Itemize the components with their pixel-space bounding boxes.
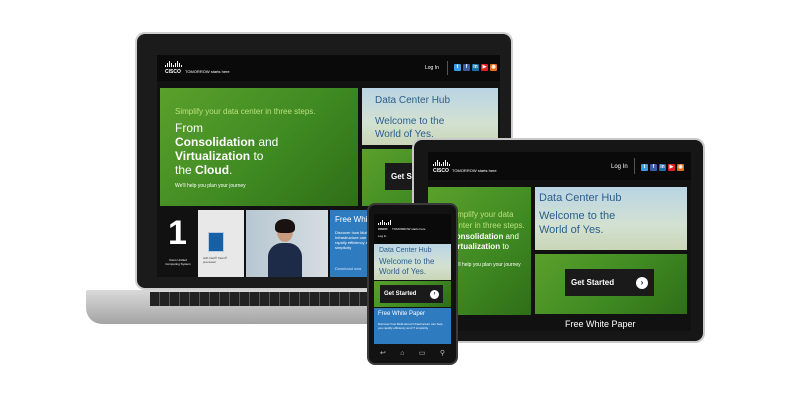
header-divider [634, 158, 635, 174]
hub-welcome-2: World of Yes. [539, 224, 604, 236]
intel-promo[interactable]: with Intel® Xeon® processor [198, 210, 244, 277]
hero-sub: We'll help you plan your journey [450, 262, 521, 268]
white-paper-promo[interactable]: Free White Paper [558, 318, 691, 331]
person-photo [246, 210, 328, 277]
login-link[interactable]: Log In [611, 164, 628, 170]
hub-title: Data Center Hub [539, 192, 622, 204]
brand-name: CISCO [165, 69, 181, 75]
login-link[interactable]: Log In [425, 65, 439, 71]
hero-eyebrow: Simplify your data center in three steps… [450, 210, 525, 230]
brand-name: CISCO [378, 227, 388, 231]
phone-screen: CISCO TOMORROW starts here Log In Data C… [374, 214, 451, 344]
white-paper-title: Free White Paper [565, 319, 636, 329]
site-header: CISCO TOMORROW starts here Log In t f in… [157, 55, 500, 81]
brand-tagline: TOMORROW starts here [452, 168, 497, 173]
arrow-right-icon: › [430, 289, 439, 299]
social-links: t f in ▶ ◉ [641, 164, 684, 171]
tablet-header: CISCO TOMORROW starts here Log In t f in… [428, 152, 691, 180]
social-links: t f in ▶ ◉ [454, 64, 497, 71]
get-started-button[interactable]: Get Started › [380, 285, 443, 303]
brand-tagline: TOMORROW starts here [392, 227, 426, 231]
youtube-icon[interactable]: ▶ [668, 164, 675, 171]
laptop-keyboard [150, 292, 380, 306]
person-hair [275, 219, 295, 233]
cisco-logo-icon [378, 220, 391, 225]
facebook-icon[interactable]: f [650, 164, 657, 171]
rss-icon[interactable]: ◉ [490, 64, 497, 71]
search-icon[interactable]: ⚲ [440, 350, 445, 358]
white-paper-promo[interactable]: Free White Paper Discover how Multi-tier… [374, 308, 451, 344]
cisco-logo-icon [433, 160, 450, 166]
ucs-label: Cisco Unified Computing System [165, 258, 191, 266]
arrow-right-icon: › [636, 276, 648, 289]
twitter-icon[interactable]: t [641, 164, 648, 171]
hub-title: Data Center Hub [375, 95, 451, 106]
hero-headline: Consolidation and Virtualization to [450, 232, 519, 251]
brand-name: CISCO [433, 168, 449, 174]
login-link[interactable]: Log In [378, 234, 386, 238]
back-icon[interactable]: ↩ [380, 350, 386, 358]
hub-welcome: Welcome to the [375, 116, 445, 127]
phone-nav-bar: ↩ ⌂ ▭ ⚲ [380, 350, 445, 358]
phone-header: CISCO TOMORROW starts here Log In [374, 214, 451, 244]
tablet-screen: CISCO TOMORROW starts here Log In t f in… [428, 152, 691, 331]
twitter-icon[interactable]: t [454, 64, 461, 71]
download-link[interactable]: Download now [335, 266, 361, 271]
linkedin-icon[interactable]: in [472, 64, 479, 71]
youtube-icon[interactable]: ▶ [481, 64, 488, 71]
person-body [268, 243, 302, 277]
hero-headline: From Consolidation and Virtualization to… [175, 121, 279, 177]
hub-welcome-2: World of Yes. [379, 267, 426, 276]
header-divider [447, 61, 448, 75]
cisco-logo-icon [165, 61, 182, 67]
white-paper-desc: Discover how Multi-tiered Infrastructure… [378, 322, 443, 330]
facebook-icon[interactable]: f [463, 64, 470, 71]
hub-title: Data Center Hub [379, 247, 432, 254]
ucs-number: 1 [168, 214, 187, 252]
linkedin-icon[interactable]: in [659, 164, 666, 171]
hero-eyebrow: Simplify your data center in three steps… [175, 107, 316, 116]
get-started-button[interactable]: Get Started › [565, 269, 654, 296]
recent-apps-icon[interactable]: ▭ [419, 350, 426, 358]
home-icon[interactable]: ⌂ [400, 350, 404, 358]
hub-welcome: Welcome to the [379, 257, 435, 266]
hub-welcome: Welcome to the [539, 210, 616, 222]
ucs-promo[interactable]: 1 Cisco Unified Computing System [160, 210, 196, 277]
brand-tagline: TOMORROW starts here [185, 69, 230, 74]
white-paper-title: Free White Paper [378, 311, 426, 317]
intel-badge-icon [208, 232, 224, 252]
rss-icon[interactable]: ◉ [677, 164, 684, 171]
hero-sub: We'll help you plan your journey [175, 183, 246, 189]
intel-label: with Intel® Xeon® processor [203, 256, 228, 264]
